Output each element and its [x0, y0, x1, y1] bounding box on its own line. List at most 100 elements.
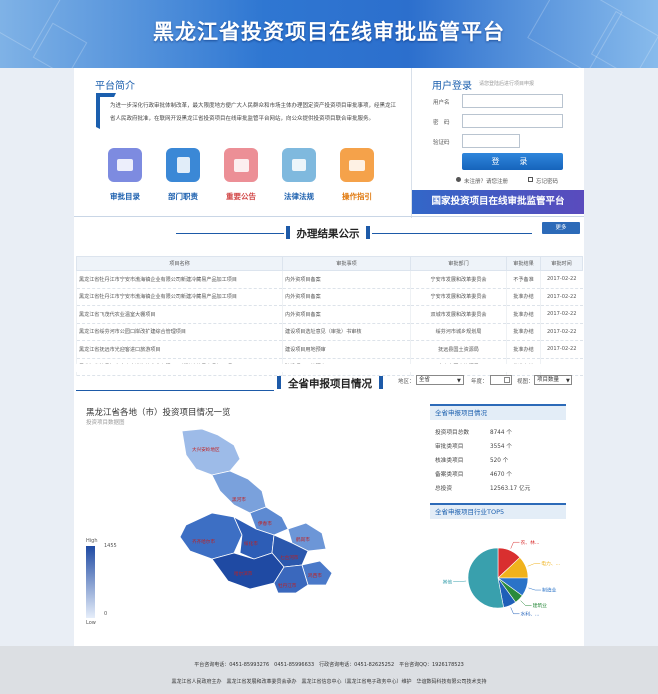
divider [76, 390, 274, 391]
year-label: 年度： [471, 379, 488, 385]
quick-link-catalog[interactable]: 审批目录 [107, 148, 143, 202]
view-select-value: 项目数量 [537, 377, 560, 383]
national-platform-link[interactable]: 国家投资项目在线审批监管平台 [412, 190, 584, 214]
table-row[interactable]: 黑龙江省牡丹江市宁安市渤海镇企业有限公司新建冷藏易产品加工项目 内外资项目备案 … [76, 270, 583, 289]
project-name[interactable]: 黑龙江省牡丹江市宁安市渤海镇企业有限公司新建冷藏易产品加工项目 [76, 288, 283, 306]
approval-dept: 宁安市发展和改革委员会 [410, 288, 507, 306]
legend-gradient[interactable] [86, 546, 95, 618]
calendar-icon [504, 377, 510, 383]
project-name[interactable]: 黑龙江省牡丹江市宁安市渤海镇企业有限公司新建冷藏易产品加工项目 [76, 270, 283, 289]
divider [176, 233, 284, 234]
password-label: 密 码 [433, 120, 450, 126]
pie-leader-line [528, 587, 542, 591]
site-footer [0, 646, 658, 694]
map-region-label: 齐齐哈尔市 [192, 538, 215, 545]
login-button[interactable]: 登 录 [462, 153, 563, 170]
quick-links: 审批目录 部门职责 重要公告 法律法规 操作指引 [107, 148, 375, 202]
notice-icon [224, 148, 258, 182]
pie-label: 制造业 [542, 587, 557, 594]
approval-result: 批准办结 [506, 305, 541, 324]
pie-label: 其他 [443, 578, 453, 585]
intro-text: 为进一步深化行政审批体制改革，最大限度地方便广大人民群众和市场主体办理固定资产投… [110, 103, 397, 122]
approval-result: 批准办结 [506, 340, 541, 359]
pie-slice[interactable] [467, 547, 504, 609]
approval-dept: 双城市发展和改革委员会 [410, 305, 507, 324]
more-button[interactable]: 更多 [542, 222, 580, 234]
table-row[interactable]: 黑龙江省绥芬河市公园口岸改扩建综合管理项目 建设项目选址意见（审批）书审核 绥芬… [76, 323, 583, 341]
quick-link-label: 审批目录 [110, 192, 140, 201]
pie-label: 水利、... [520, 610, 539, 617]
approval-date: 2017-02-22 [540, 340, 583, 359]
quick-link-notices[interactable]: 重要公告 [223, 148, 259, 202]
approval-date: 2017-02-22 [540, 323, 583, 341]
column-header: 审批结果 [506, 256, 541, 271]
quick-link-label: 法律法规 [284, 192, 314, 201]
stats-title: 全省申报项目情况 [430, 404, 566, 420]
divider [372, 233, 532, 234]
approval-result: 批准办结 [506, 323, 541, 341]
map-region-label: 鹤岗市 [296, 536, 310, 543]
book-icon [166, 148, 200, 182]
quick-link-label: 操作指引 [342, 192, 372, 201]
industry-title: 全省申报项目行业TOP5 [430, 503, 566, 519]
table-row[interactable]: 黑龙江省牡丹江市宁安市渤海镇企业有限公司新建冷藏易产品加工项目 内外资项目备案 … [76, 288, 583, 306]
project-name[interactable]: 黑龙江省绥芬河市公园口岸改扩建综合管理项目 [76, 323, 283, 341]
pie-leader-line [527, 563, 541, 567]
site-title: 黑龙江省投资项目在线审批监管平台 [153, 20, 505, 44]
map-region-label: 伊春市 [258, 520, 272, 527]
province-map[interactable]: 大兴安岭地区 黑河市 伊春市 齐齐哈尔市 绥化市 鹤岗市 哈尔滨市 七台河市 鸡… [150, 425, 340, 595]
stat-label: 备案类项目 [435, 472, 464, 478]
stat-value: 4670 个 [490, 472, 512, 478]
quick-link-laws[interactable]: 法律法规 [281, 148, 317, 202]
approval-item: 内外资项目备案 [282, 288, 411, 306]
region-label: 地区： [398, 379, 415, 385]
approval-item: 内外资项目备案 [282, 305, 411, 324]
quick-link-guide[interactable]: 操作指引 [339, 148, 375, 202]
quick-link-duties[interactable]: 部门职责 [165, 148, 201, 202]
map-subtitle: 投资项目数据图 [86, 420, 125, 426]
region-heihe[interactable] [211, 470, 267, 514]
register-link[interactable]: 未注册？请您注册 [464, 177, 508, 185]
region-qiqihar[interactable] [179, 512, 243, 560]
column-header: 项目名称 [76, 256, 283, 271]
table-fade [74, 364, 584, 372]
password-input[interactable] [462, 114, 563, 128]
approval-item: 建设项目用地预审 [282, 340, 411, 359]
quick-link-label: 重要公告 [226, 192, 256, 201]
approval-result: 批准办结 [506, 288, 541, 306]
approval-dept: 宁安市发展和改革委员会 [410, 270, 507, 289]
pie-leader-line [510, 541, 520, 549]
briefcase-icon [340, 148, 374, 182]
map-region-label: 大兴安岭地区 [192, 446, 220, 453]
region-harbin[interactable] [211, 552, 285, 590]
approval-dept: 抚远县国土资源局 [410, 340, 507, 359]
map-region-label: 黑河市 [232, 496, 246, 503]
username-input[interactable] [462, 94, 563, 108]
approval-date: 2017-02-22 [540, 305, 583, 324]
quick-link-label: 部门职责 [168, 192, 198, 201]
project-name[interactable]: 黑龙江省抚远市光迎客进口旅游项目 [76, 340, 283, 359]
forgot-password-link[interactable]: 忘记密码 [536, 177, 558, 185]
table-row[interactable]: 黑龙江省飞茂代农业温室大棚项目 内外资项目备案 双城市发展和改革委员会 批准办结… [76, 305, 583, 324]
results-table: 项目名称 审批事项 审批部门 审批结果 审批时间 黑龙江省牡丹江市宁安市渤海镇企… [76, 256, 583, 376]
approval-result: 不予备准 [506, 270, 541, 289]
view-label: 视图： [517, 379, 534, 385]
username-label: 用户名 [433, 100, 450, 106]
industry-pie-chart[interactable]: 农、林... 电力、... 制造业建筑业水利、... 其他 [422, 528, 572, 628]
pie-leader-line [520, 600, 532, 606]
stat-value: 8744 个 [490, 430, 512, 436]
pie-leader-line [453, 580, 467, 582]
legend-high-label: High [86, 538, 98, 544]
legend-max-value: 1455 [104, 543, 117, 549]
heading-bar [277, 376, 281, 389]
captcha-input[interactable] [462, 134, 520, 148]
map-region-label: 七台河市 [280, 554, 299, 561]
table-row[interactable]: 黑龙江省抚远市光迎客进口旅游项目 建设项目用地预审 抚远县国土资源局 批准办结 … [76, 340, 583, 359]
footer-contacts: 平台咨询电话：0451-85993276 0451-85996633 行政咨询电… [194, 662, 464, 668]
catalog-icon [108, 148, 142, 182]
project-name[interactable]: 黑龙江省飞茂代农业温室大棚项目 [76, 305, 283, 324]
intro-title: 平台简介 [95, 81, 135, 92]
login-subtitle: 请您登陆后进行项目申报 [479, 81, 535, 87]
stat-label: 总投资 [435, 486, 453, 492]
pie-label: 电力、... [541, 560, 560, 567]
